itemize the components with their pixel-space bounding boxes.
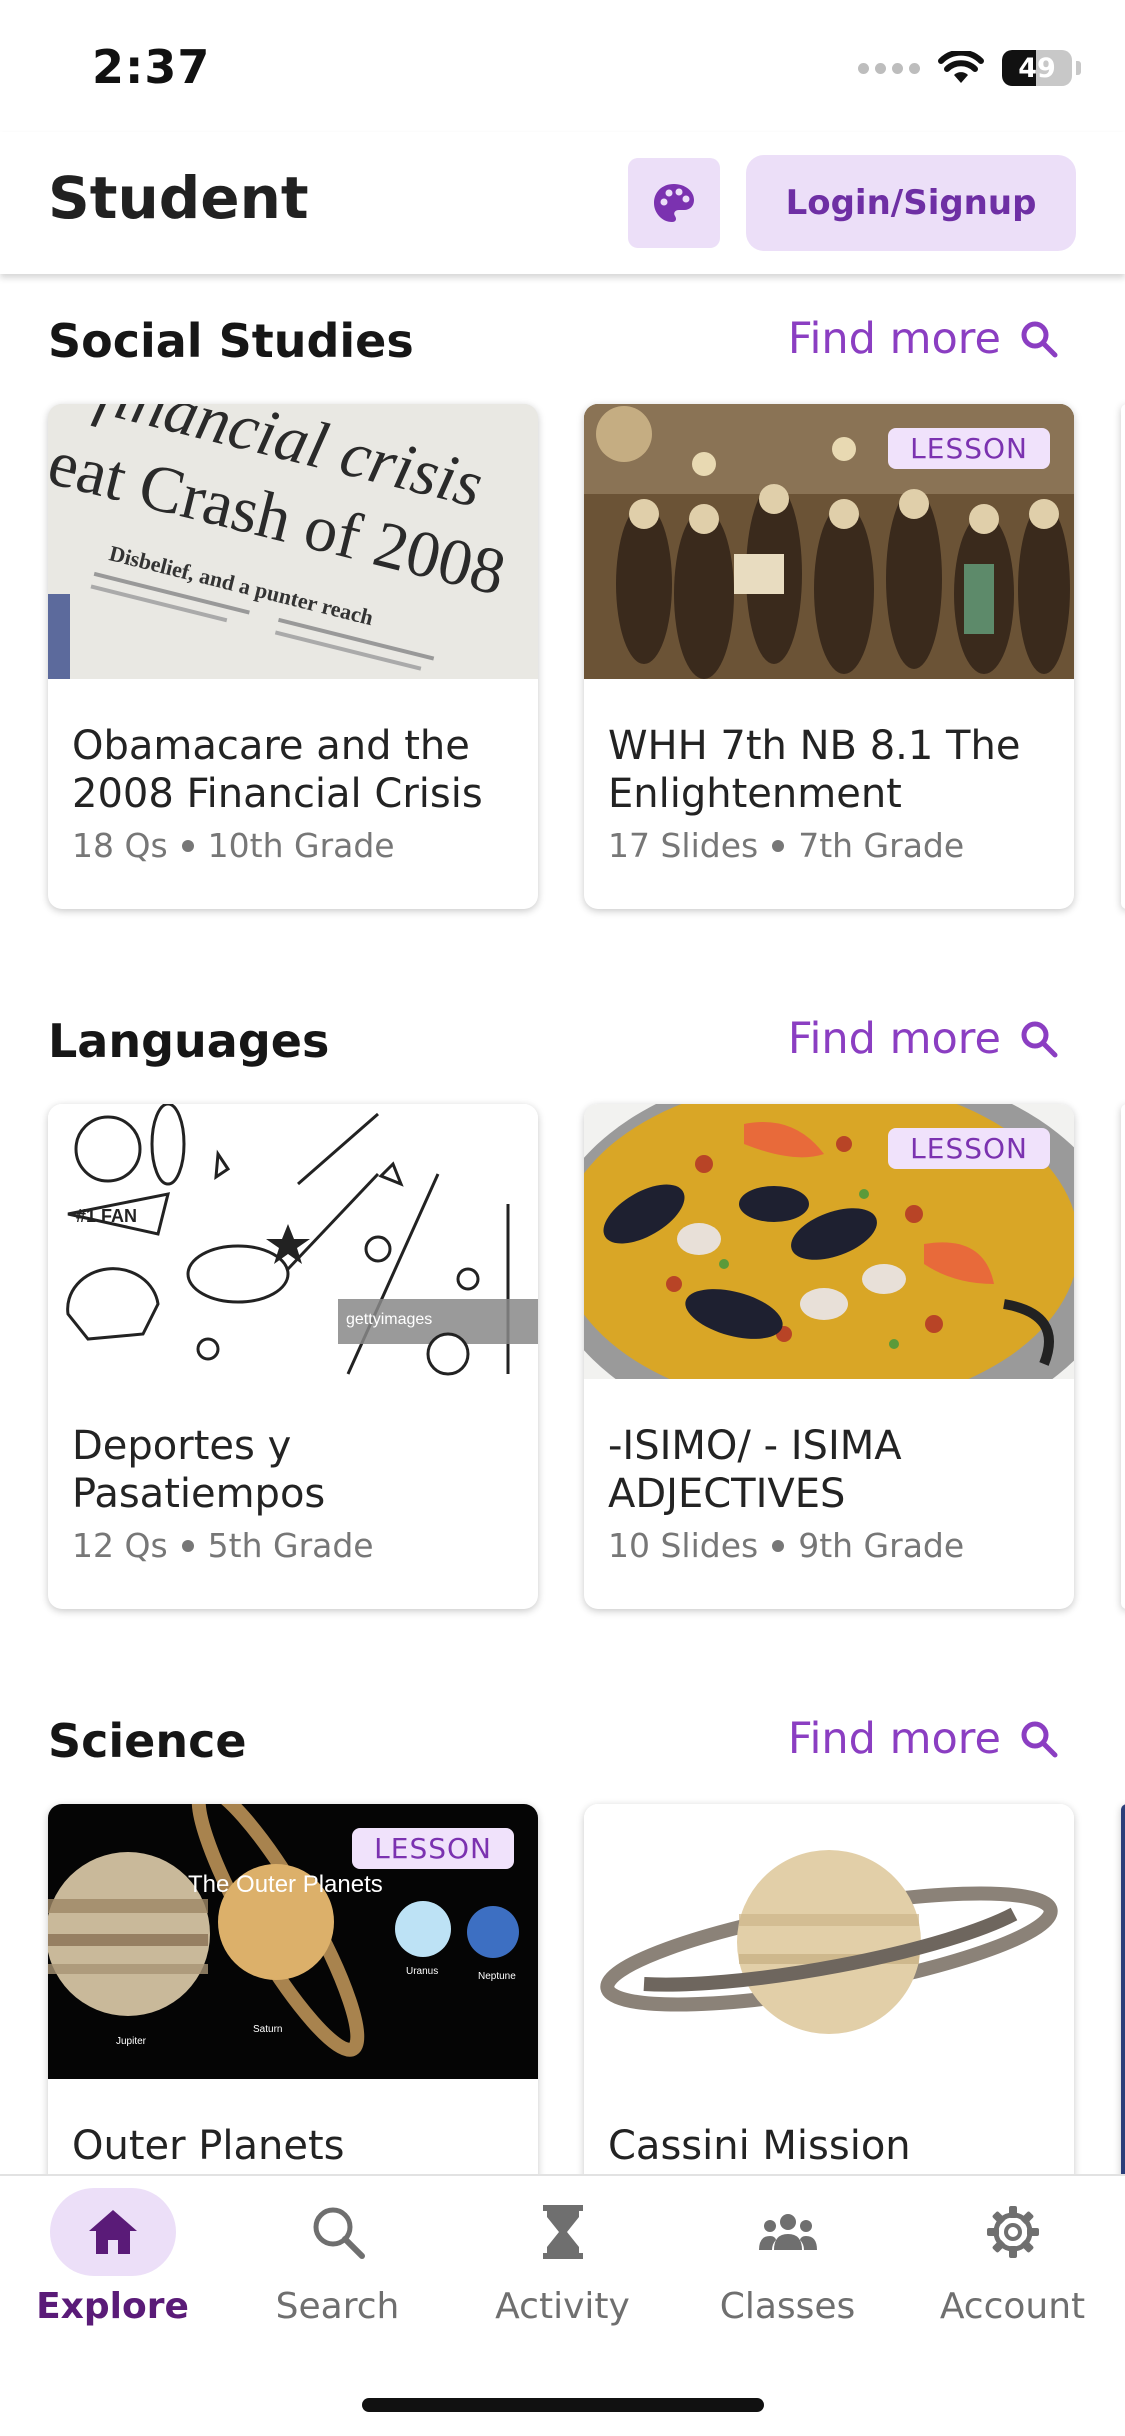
question-count: 12 Qs <box>72 1526 168 1565</box>
app-header: Student Login/Signup <box>0 132 1125 274</box>
explore-content[interactable]: Social Studies Find more financial crisi… <box>0 274 1125 2174</box>
next-card-peek[interactable] <box>1121 404 1125 909</box>
status-bar: 2:37 49 <box>0 0 1125 132</box>
section-title: Science <box>48 1714 247 1768</box>
nav-icon-container <box>725 2188 851 2276</box>
next-card-peek[interactable] <box>1121 1804 1125 2174</box>
find-more-label: Find more <box>787 1014 1001 1064</box>
grade-level: 7th Grade <box>798 826 965 865</box>
nav-icon-container <box>950 2188 1076 2276</box>
card-title: Outer Planets <box>72 2123 345 2169</box>
nav-account[interactable]: Account <box>900 2188 1125 2378</box>
find-more-link[interactable]: Find more <box>788 1714 1059 1764</box>
grade-level: 9th Grade <box>798 1526 965 1565</box>
card-carousel[interactable]: #1 FAN gettyimages Deportes y Pasatiempo… <box>48 1104 1125 1614</box>
find-more-label: Find more <box>787 1714 1001 1764</box>
card-meta: 17 Slides 7th Grade <box>608 826 964 865</box>
section-title: Languages <box>48 1014 330 1068</box>
card-carousel[interactable]: The Outer Planets Jupiter Saturn Uranus … <box>48 1804 1125 2174</box>
find-more-label: Find more <box>787 314 1001 364</box>
nav-icon-container <box>500 2188 626 2276</box>
planet-label-saturn: Saturn <box>253 2024 282 2035</box>
find-more-link[interactable]: Find more <box>788 1014 1059 1064</box>
hourglass-icon <box>542 2205 583 2259</box>
slide-count: 10 Slides <box>608 1526 759 1565</box>
meta-separator <box>772 1539 785 1552</box>
palette-icon <box>654 184 694 222</box>
status-icons: 49 <box>858 50 1081 86</box>
nav-activity[interactable]: Activity <box>450 2188 675 2378</box>
nav-label: Explore <box>36 2286 189 2327</box>
bottom-nav: Explore Search Activity Classes Account <box>0 2174 1125 2436</box>
lesson-badge: LESSON <box>888 1128 1050 1169</box>
status-time: 2:37 <box>92 40 211 94</box>
nav-label: Search <box>275 2286 400 2327</box>
next-card-peek[interactable] <box>1121 1104 1125 1609</box>
nav-classes[interactable]: Classes <box>675 2188 900 2378</box>
nav-label: Account <box>939 2286 1086 2327</box>
search-icon <box>1021 1021 1058 1058</box>
card-meta: 10 Slides 9th Grade <box>608 1526 964 1565</box>
planet-label-jupiter: Jupiter <box>116 2036 147 2047</box>
home-indicator <box>362 2398 764 2412</box>
nav-label: Activity <box>495 2286 630 2327</box>
find-more-link[interactable]: Find more <box>788 314 1059 364</box>
page-title: Student <box>48 164 309 232</box>
battery-icon: 49 <box>1002 50 1072 86</box>
card-title: Obamacare and the 2008 Financial Crisis <box>72 723 483 817</box>
search-icon <box>1021 1721 1058 1758</box>
card-title: Deportes y Pasatiempos <box>72 1423 326 1517</box>
theme-button[interactable] <box>628 158 720 248</box>
content-card[interactable]: The Outer Planets Jupiter Saturn Uranus … <box>48 1804 538 2174</box>
search-icon <box>1021 321 1058 358</box>
nav-icon-container <box>275 2188 401 2276</box>
nav-search[interactable]: Search <box>225 2188 450 2378</box>
section-title: Social Studies <box>48 314 414 368</box>
card-thumbnail <box>584 1804 1074 2079</box>
slide-count: 17 Slides <box>608 826 759 865</box>
battery-nub <box>1076 61 1081 75</box>
battery-percent: 49 <box>1018 53 1056 84</box>
card-thumbnail: financial crisis eat Crash of 2008 Disbe… <box>48 404 538 679</box>
grade-level: 5th Grade <box>207 1526 374 1565</box>
planet-label-neptune: Neptune <box>478 1971 516 1982</box>
cellular-signal-icon <box>858 62 920 74</box>
lesson-badge: LESSON <box>352 1828 514 1869</box>
content-card[interactable]: #1 FAN gettyimages Deportes y Pasatiempo… <box>48 1104 538 1609</box>
meta-separator <box>181 839 194 852</box>
lesson-badge: LESSON <box>888 428 1050 469</box>
watermark-text: gettyimages <box>346 1311 432 1328</box>
question-count: 18 Qs <box>72 826 168 865</box>
content-card[interactable]: financial crisis eat Crash of 2008 Disbe… <box>48 404 538 909</box>
home-icon <box>88 2210 137 2254</box>
content-card[interactable]: Cassini Mission <box>584 1804 1074 2174</box>
card-thumbnail: #1 FAN gettyimages <box>48 1104 538 1379</box>
nav-label: Classes <box>719 2286 856 2327</box>
group-icon <box>758 2214 817 2250</box>
content-card[interactable]: LESSON WHH 7th NB 8.1 The Enlightenment … <box>584 404 1074 909</box>
card-carousel[interactable]: financial crisis eat Crash of 2008 Disbe… <box>48 404 1125 914</box>
card-title: WHH 7th NB 8.1 The Enlightenment <box>608 723 1021 817</box>
card-meta: 18 Qs 10th Grade <box>72 826 395 865</box>
content-card[interactable]: LESSON -ISIMO/ - ISIMA ADJECTIVES 10 Sli… <box>584 1104 1074 1609</box>
search-icon <box>313 2207 365 2259</box>
login-signup-button[interactable]: Login/Signup <box>746 155 1076 251</box>
wifi-icon <box>938 51 984 83</box>
gear-icon <box>986 2206 1039 2258</box>
pennant-text: #1 FAN <box>76 1206 137 1226</box>
meta-separator <box>181 1539 194 1552</box>
thumbnail-caption: The Outer Planets <box>188 1871 383 1898</box>
card-meta: 12 Qs 5th Grade <box>72 1526 374 1565</box>
planet-label-uranus: Uranus <box>406 1966 438 1977</box>
nav-icon-container <box>49 2188 176 2276</box>
nav-explore[interactable]: Explore <box>0 2188 225 2378</box>
meta-separator <box>772 839 785 852</box>
grade-level: 10th Grade <box>207 826 395 865</box>
card-title: -ISIMO/ - ISIMA ADJECTIVES <box>608 1423 902 1517</box>
card-title: Cassini Mission <box>608 2123 911 2169</box>
